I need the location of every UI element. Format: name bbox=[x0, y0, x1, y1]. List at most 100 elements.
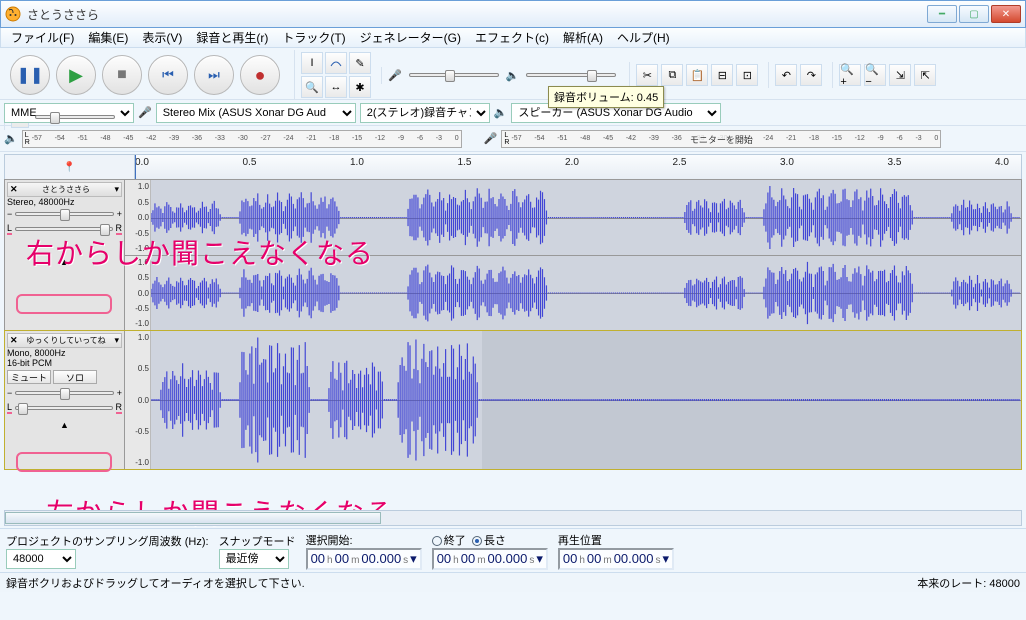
menu-analyze[interactable]: 解析(A) bbox=[557, 27, 609, 48]
mic-icon: 🎤 bbox=[484, 132, 498, 145]
menu-file[interactable]: ファイル(F) bbox=[5, 27, 80, 48]
tools-group: I ✎ 🔍 ↔ ✱ bbox=[294, 50, 377, 100]
silence-button[interactable]: ⊡ bbox=[736, 64, 758, 86]
playpos-label: 再生位置 bbox=[558, 532, 674, 548]
meter-bar: 🔈 LR -57-54-51-48-45-42-39-36-33-30-27-2… bbox=[0, 126, 1026, 152]
waveform-left[interactable] bbox=[151, 180, 1021, 255]
zoom-group: 🔍+ 🔍− ⇲ ⇱ bbox=[832, 62, 942, 88]
playback-meter[interactable]: LR -57-54-51-48-45-42-39-36-33-30-27-24-… bbox=[22, 130, 462, 148]
status-text: 録音ボクリおよびドラッグしてオーディオを選択して下さい. bbox=[6, 575, 305, 591]
menu-view[interactable]: 表示(V) bbox=[136, 27, 188, 48]
chevron-down-icon[interactable]: ▾ bbox=[114, 184, 119, 195]
audio-host-select[interactable]: MME bbox=[4, 103, 134, 123]
end-radio[interactable] bbox=[432, 536, 442, 546]
length-radio[interactable] bbox=[472, 536, 482, 546]
paste-button[interactable]: 📋 bbox=[686, 64, 708, 86]
track-name: さとうささら bbox=[18, 184, 115, 195]
timeline-ruler[interactable]: 📍 0.00.51.01.52.02.53.03.54.0 bbox=[4, 154, 1022, 180]
zoom-out-button[interactable]: 🔍− bbox=[864, 64, 886, 86]
waveform-mono[interactable] bbox=[151, 331, 1021, 469]
cut-button[interactable]: ✂ bbox=[636, 64, 658, 86]
pan-slider[interactable] bbox=[15, 227, 112, 231]
minimize-button[interactable]: ━ bbox=[927, 5, 957, 23]
pan-slider[interactable] bbox=[15, 406, 112, 410]
meter-click-label: モニターを開始 bbox=[690, 133, 753, 146]
amplitude-ruler: 1.00.50.0-0.5-1.0 bbox=[125, 180, 151, 255]
chevron-down-icon[interactable]: ▾ bbox=[536, 551, 543, 567]
track-mode: Mono, 8000Hz bbox=[7, 348, 122, 358]
record-button[interactable]: ● bbox=[240, 55, 280, 95]
solo-button[interactable]: ソロ bbox=[53, 370, 97, 384]
project-rate-select[interactable]: 48000 bbox=[6, 549, 76, 569]
menu-recplay[interactable]: 録音と再生(r) bbox=[190, 27, 274, 48]
horizontal-scrollbar[interactable] bbox=[4, 510, 1022, 526]
sel-length-time[interactable]: 00h00m00.000s▾ bbox=[432, 548, 548, 570]
play-volume-slider[interactable] bbox=[526, 73, 616, 77]
undo-group: ↶ ↷ bbox=[768, 62, 828, 88]
play-button[interactable]: ▶ bbox=[56, 55, 96, 95]
close-button[interactable]: ✕ bbox=[991, 5, 1021, 23]
skip-start-button[interactable]: ⏮ bbox=[148, 55, 188, 95]
scrub-speed-slider[interactable] bbox=[35, 115, 115, 119]
chevron-down-icon[interactable]: ▾ bbox=[114, 335, 119, 346]
mic-icon: 🎤 bbox=[388, 69, 402, 82]
collapse-icon[interactable]: ▲ bbox=[7, 257, 122, 267]
rec-channels-select[interactable]: 2(ステレオ)録音チャン bbox=[360, 103, 490, 123]
transport-controls: ❚❚ ▶ ■ ⏮ ⏭ ● bbox=[4, 51, 290, 99]
pin-icon[interactable]: 📍 bbox=[63, 162, 75, 173]
collapse-icon[interactable]: ▲ bbox=[7, 420, 122, 430]
maximize-button[interactable]: ▢ bbox=[959, 5, 989, 23]
fit-selection-button[interactable]: ⇲ bbox=[889, 64, 911, 86]
gain-slider[interactable] bbox=[15, 212, 113, 216]
waveform-right[interactable] bbox=[151, 256, 1021, 330]
stop-button[interactable]: ■ bbox=[102, 55, 142, 95]
rec-volume-tooltip: 録音ボリューム: 0.45 bbox=[548, 86, 664, 108]
play-head[interactable] bbox=[135, 155, 136, 179]
titlebar: さとうささら ━ ▢ ✕ bbox=[0, 0, 1026, 28]
sel-start-time[interactable]: 00h00m00.000s▾ bbox=[306, 548, 422, 570]
record-meter[interactable]: LR -57-54-51-48-45-42-39-36-33-30-27-24-… bbox=[501, 130, 941, 148]
footer-bar: プロジェクトのサンプリング周波数 (Hz): 48000 スナップモード 最近傍… bbox=[0, 528, 1026, 572]
snap-select[interactable]: 最近傍 bbox=[219, 549, 289, 569]
rec-meter-group: 🎤 🔈 bbox=[381, 67, 625, 84]
undo-button[interactable]: ↶ bbox=[775, 64, 797, 86]
rec-volume-slider[interactable] bbox=[409, 73, 499, 77]
menu-generate[interactable]: ジェネレーター(G) bbox=[354, 27, 467, 48]
track-1-controls[interactable]: ✕さとうささら▾ Stereo, 48000Hz −+ LR ▲ bbox=[5, 180, 125, 330]
selection-tool[interactable]: I bbox=[301, 52, 323, 74]
menu-track[interactable]: トラック(T) bbox=[276, 27, 351, 48]
mute-button[interactable]: ミュート bbox=[7, 370, 51, 384]
redo-button[interactable]: ↷ bbox=[800, 64, 822, 86]
timeshift-tool[interactable]: ↔ bbox=[325, 76, 347, 98]
chevron-down-icon[interactable]: ▾ bbox=[410, 551, 417, 567]
speaker-icon: 🔈 bbox=[4, 132, 18, 145]
amplitude-ruler: 1.00.50.0-0.5-1.0 bbox=[125, 256, 151, 330]
track-close-icon[interactable]: ✕ bbox=[10, 184, 18, 195]
zoom-tool[interactable]: 🔍 bbox=[301, 76, 323, 98]
skip-end-button[interactable]: ⏭ bbox=[194, 55, 234, 95]
chevron-down-icon[interactable]: ▾ bbox=[662, 551, 669, 567]
trim-button[interactable]: ⊟ bbox=[711, 64, 733, 86]
draw-tool[interactable]: ✎ bbox=[349, 52, 371, 74]
device-bar: MME 🎤 Stereo Mix (ASUS Xonar DG Aud 2(ステ… bbox=[0, 100, 1026, 126]
track-close-icon[interactable]: ✕ bbox=[10, 335, 18, 346]
menu-edit[interactable]: 編集(E) bbox=[82, 27, 134, 48]
menu-help[interactable]: ヘルプ(H) bbox=[611, 27, 676, 48]
tracks-area: ✕さとうささら▾ Stereo, 48000Hz −+ LR ▲ 1.00.50… bbox=[4, 179, 1022, 470]
copy-button[interactable]: ⧉ bbox=[661, 64, 683, 86]
envelope-tool[interactable] bbox=[325, 52, 347, 74]
play-pos-time[interactable]: 00h00m00.000s▾ bbox=[558, 548, 674, 570]
track-2-controls[interactable]: ✕ゆっくりしていってね▾ Mono, 8000Hz 16-bit PCM ミュー… bbox=[5, 331, 125, 469]
rec-device-select[interactable]: Stereo Mix (ASUS Xonar DG Aud bbox=[156, 103, 356, 123]
toolbar-main: ❚❚ ▶ ■ ⏮ ⏭ ● I ✎ 🔍 ↔ ✱ 🎤 🔈 ✂ ⧉ 📋 ⊟ ⊡ ↶ ↷ bbox=[0, 48, 1026, 100]
fit-project-button[interactable]: ⇱ bbox=[914, 64, 936, 86]
zoom-in-button[interactable]: 🔍+ bbox=[839, 64, 861, 86]
speaker-icon: 🔈 bbox=[506, 69, 520, 82]
gain-slider[interactable] bbox=[15, 391, 113, 395]
track-mode: Stereo, 48000Hz bbox=[7, 197, 122, 207]
pause-button[interactable]: ❚❚ bbox=[10, 55, 50, 95]
track-1: ✕さとうささら▾ Stereo, 48000Hz −+ LR ▲ 1.00.50… bbox=[4, 179, 1022, 331]
multi-tool[interactable]: ✱ bbox=[349, 76, 371, 98]
menu-effect[interactable]: エフェクト(c) bbox=[469, 27, 555, 48]
menubar: ファイル(F) 編集(E) 表示(V) 録音と再生(r) トラック(T) ジェネ… bbox=[0, 28, 1026, 48]
